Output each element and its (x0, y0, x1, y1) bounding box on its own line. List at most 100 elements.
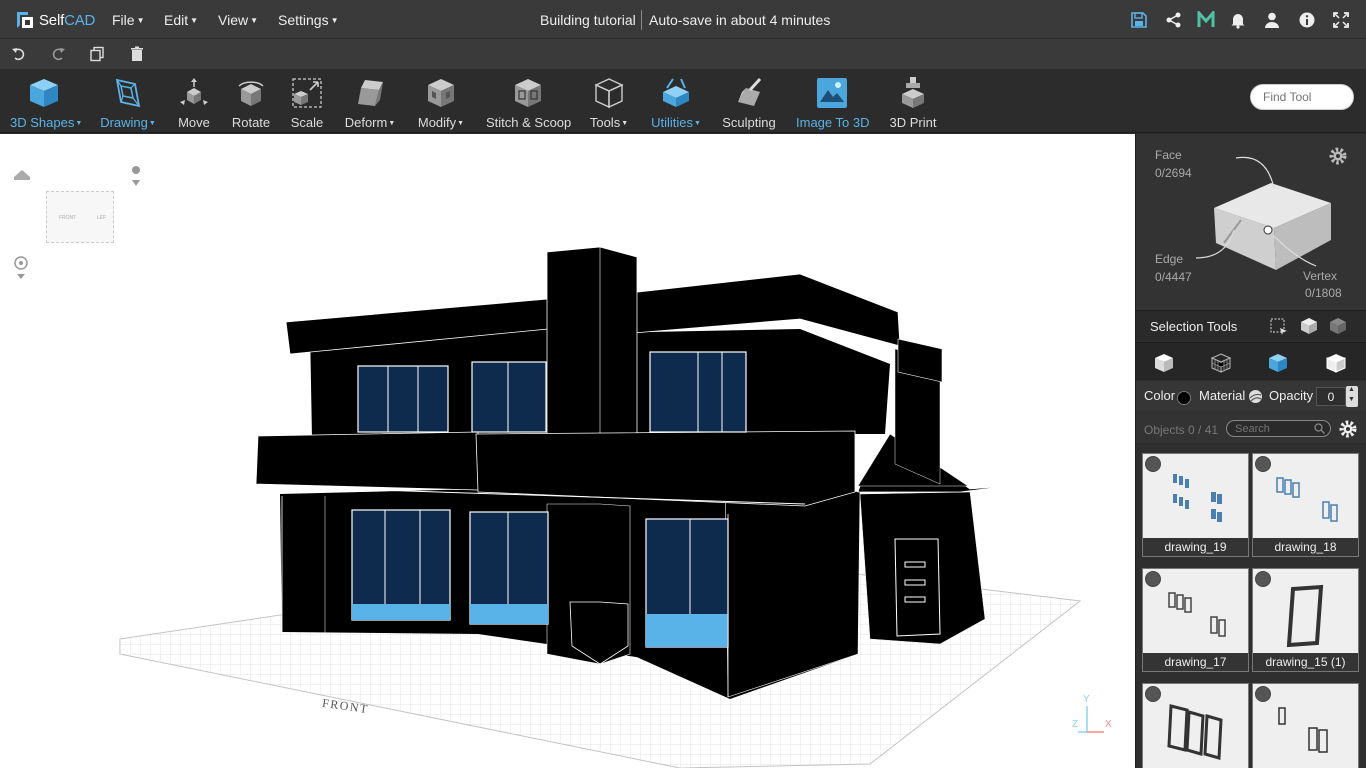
tool-deform[interactable]: Deform▼ (344, 76, 396, 130)
edge-count: 0/4447 (1155, 270, 1192, 284)
menu-edit[interactable]: Edit ▼ (164, 12, 198, 28)
object-name: drawing_17 (1143, 653, 1248, 671)
cube-icon (30, 79, 58, 107)
selection-tools-bar: Selection Tools (1136, 310, 1366, 341)
menu-view[interactable]: View ▼ (218, 12, 258, 28)
stitch-scoop-icon (515, 79, 541, 107)
object-card[interactable] (1142, 683, 1249, 768)
select-cube-icon[interactable] (1299, 316, 1319, 336)
info-icon[interactable] (1298, 11, 1316, 29)
utilities-icon (663, 78, 689, 107)
copy-icon[interactable] (89, 46, 105, 62)
3d-viewport[interactable]: FRONT LEF FRONT Y Z X (0, 134, 1135, 768)
tool-sculpting[interactable]: Sculpting (722, 76, 776, 130)
autosave-status: Auto-save in about 4 minutes (649, 12, 831, 28)
opacity-stepper[interactable]: ▲ ▼ (1346, 386, 1358, 407)
rotate-icon (238, 81, 264, 106)
color-swatch[interactable] (1177, 391, 1191, 405)
object-card[interactable]: drawing_15 (1) (1252, 568, 1359, 672)
object-select-checkbox[interactable] (1145, 456, 1161, 472)
save-icon[interactable] (1130, 11, 1148, 29)
axis-gizmo (1078, 706, 1104, 733)
search-icon[interactable] (1314, 423, 1325, 434)
edge-label: Edge (1155, 252, 1184, 266)
drawing-icon (115, 78, 141, 108)
view-cube-left-label[interactable]: LEF (97, 215, 106, 221)
object-select-checkbox[interactable] (1145, 571, 1161, 587)
object-card[interactable] (1252, 683, 1359, 768)
view-cube-front-label[interactable]: FRONT (59, 215, 76, 221)
tool-image-to-3d[interactable]: Image To 3D (796, 76, 869, 130)
lighting-icon[interactable] (132, 166, 140, 186)
solid-mode-icon[interactable] (1267, 352, 1289, 374)
find-tool-input[interactable] (1250, 84, 1354, 110)
menu-file[interactable]: File ▼ (112, 12, 144, 28)
box-select-icon[interactable] (1270, 318, 1288, 336)
modify-icon (428, 79, 454, 107)
material-sphere-icon[interactable] (1248, 389, 1263, 404)
object-select-checkbox[interactable] (1145, 686, 1161, 702)
main-toolbar: 3D Shapes▼ Drawing▼ Move Rotate Scale De… (0, 70, 1366, 133)
object-card[interactable]: drawing_17 (1142, 568, 1249, 672)
axis-z-label: Z (1072, 719, 1079, 730)
tool-rotate[interactable]: Rotate (230, 76, 272, 130)
home-view-icon[interactable] (14, 170, 30, 180)
orbit-icon[interactable] (14, 256, 28, 279)
object-select-checkbox[interactable] (1255, 686, 1271, 702)
vertex-count: 0/1808 (1305, 286, 1342, 300)
sculpting-icon (738, 77, 762, 106)
redo-icon[interactable] (50, 46, 66, 62)
objects-gear-icon[interactable] (1338, 419, 1358, 439)
view-cube[interactable]: FRONT LEF (46, 191, 114, 243)
tool-tools[interactable]: Tools▼ (588, 76, 630, 130)
menu-settings[interactable]: Settings ▼ (278, 12, 339, 28)
selfcad-logo-icon (17, 12, 33, 28)
select-gray-cube-icon[interactable] (1328, 316, 1348, 336)
properties-row: Color Material Opacity 0 ▲ ▼ (1136, 381, 1366, 411)
wireframe-mode-icon[interactable] (1210, 352, 1232, 374)
object-select-checkbox[interactable] (1255, 456, 1271, 472)
tool-3d-shapes[interactable]: 3D Shapes▼ (10, 76, 82, 130)
share-icon[interactable] (1165, 11, 1183, 29)
quick-actions-bar (0, 39, 1366, 70)
tools-icon (594, 78, 624, 109)
right-panel: Face 0/2694 Edge 0/4447 Vertex 0/1808 Se… (1135, 134, 1366, 768)
undo-icon[interactable] (11, 46, 27, 62)
m-logo-icon[interactable] (1197, 11, 1215, 29)
object-mode-icon[interactable] (1153, 352, 1175, 374)
axis-y-label: Y (1083, 694, 1090, 705)
tool-scale[interactable]: Scale (288, 76, 326, 130)
tool-3d-print[interactable]: 3D Print (888, 76, 938, 130)
tool-stitch-scoop[interactable]: Stitch & Scoop (486, 76, 571, 130)
opacity-input[interactable]: 0 (1316, 387, 1346, 406)
color-label: Color (1144, 388, 1176, 403)
tool-utilities[interactable]: Utilities▼ (650, 76, 702, 130)
object-card[interactable]: drawing_19 (1142, 453, 1249, 557)
fullscreen-icon[interactable] (1332, 11, 1350, 29)
axis-x-label: X (1105, 719, 1112, 730)
deform-icon (358, 80, 383, 106)
face-count: 0/2694 (1155, 166, 1192, 180)
building-scene[interactable] (0, 134, 1135, 768)
tool-drawing[interactable]: Drawing▼ (100, 76, 156, 130)
selection-tools-label: Selection Tools (1150, 319, 1238, 334)
logo-text: SelfCAD (39, 11, 96, 29)
selection-mode-row (1136, 342, 1366, 380)
scale-icon (292, 78, 322, 108)
object-name: drawing_18 (1253, 538, 1358, 556)
tool-modify[interactable]: Modify▼ (416, 76, 466, 130)
tool-move[interactable]: Move (176, 76, 212, 130)
bell-icon[interactable] (1229, 11, 1247, 29)
objects-header: Objects 0 / 41 (1136, 411, 1366, 443)
house-model[interactable] (253, 246, 1009, 699)
object-card[interactable]: drawing_18 (1252, 453, 1359, 557)
outline-mode-icon[interactable] (1325, 352, 1347, 374)
user-icon[interactable] (1263, 11, 1281, 29)
document-title[interactable]: Building tutorial (540, 12, 636, 28)
selfcad-logo[interactable]: SelfCAD (14, 8, 95, 32)
trash-icon[interactable] (129, 46, 145, 62)
object-select-checkbox[interactable] (1255, 571, 1271, 587)
material-label: Material (1199, 388, 1246, 403)
objects-count: Objects 0 / 41 (1144, 423, 1219, 437)
3d-print-icon (902, 77, 924, 108)
